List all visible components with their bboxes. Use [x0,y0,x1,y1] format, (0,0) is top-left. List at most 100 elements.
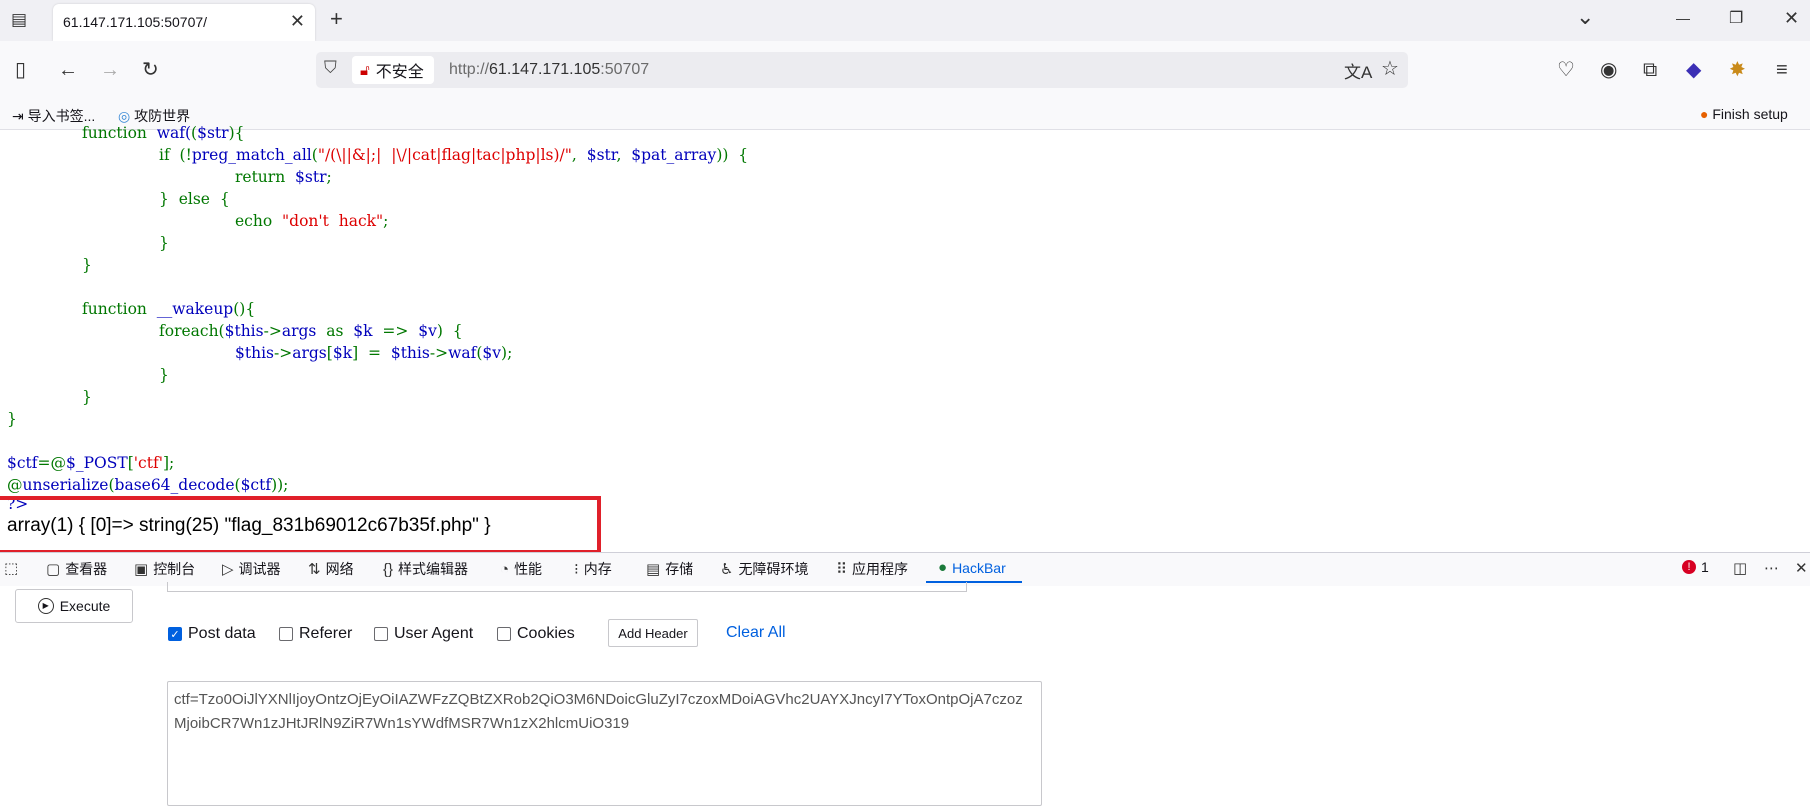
clear-all-link[interactable]: Clear All [726,624,786,642]
hackbar-icon: ● [938,559,948,576]
code-line: } [159,234,169,252]
user-agent-checkbox[interactable]: User Agent [374,625,473,643]
code-line: if (!preg_match_all("/(\||&|;| |\/|cat|f… [159,146,749,164]
sidebar-icon[interactable]: ▯ [15,58,26,82]
translate-icon[interactable]: 文A [1344,58,1372,83]
minimize-button[interactable]: — [1676,10,1690,26]
devtools-tab-application[interactable]: ⠿ 应用程序 [836,559,908,579]
error-icon: ! [1682,560,1696,574]
devtools-tab-label: 应用程序 [852,561,908,577]
checkbox-icon [497,627,511,641]
storage-icon: ▤ [646,561,661,578]
devtools-tab-style-editor[interactable]: {} 样式编辑器 [383,559,468,579]
code-line: echo "don't hack"; [235,212,389,230]
finish-setup-label: Finish setup [1712,106,1788,122]
code-line: } [7,410,17,428]
devtools-tab-performance[interactable]: ◔ 性能 [500,559,542,579]
devtools-tab-label: HackBar [952,559,1006,576]
devtools-tab-hackbar[interactable]: ● HackBar [926,559,1022,583]
devtools-tab-label: 样式编辑器 [398,561,469,577]
close-devtools-icon[interactable]: ✕ [1795,559,1808,577]
import-icon: ⇥ [12,108,28,124]
devtools-tab-console[interactable]: ▣ 控制台 [134,559,195,579]
devtools-tab-network[interactable]: ⇅ 网络 [308,559,354,579]
post-data-checkbox[interactable]: ✓ Post data [168,625,256,643]
add-header-button[interactable]: Add Header [608,619,698,647]
devtools-tab-label: 内存 [583,561,612,577]
restore-button[interactable]: ❐ [1729,8,1743,28]
tab-strip: ▤ 61.147.171.105:50707/ ✕ + ⌄ — ❐ ✕ [0,0,1810,41]
url-bar[interactable]: ⛉ 🔓︎ 不安全 http://61.147.171.105:50707 文A … [316,52,1408,88]
style-editor-icon: {} [383,560,394,578]
bookmark-star-icon[interactable]: ☆ [1381,56,1399,81]
site-globe-icon: ◎ [118,108,135,124]
reload-icon[interactable]: ↻ [142,58,159,82]
checkbox-label: Cookies [517,625,575,642]
devtools-tab-label: 查看器 [65,561,108,577]
bookmarks-toolbar: ⇥ 导入书签... ◎ 攻防世界 ● Finish setup [0,99,1810,130]
security-indicator[interactable]: 🔓︎ 不安全 [352,56,434,84]
code-line: function __wakeup(){ [82,300,256,318]
checkbox-icon [279,627,293,641]
insecure-label: 不安全 [375,64,424,81]
post-data-textarea[interactable]: ctf=Tzo0OiJlYXNlIjoyOntzOjEyOiIAZWFzZQBt… [167,681,1042,806]
extensions-icon[interactable]: ⧉ [1643,58,1657,82]
back-icon[interactable]: ← [58,58,78,82]
debugger-icon: ▷ [222,561,234,578]
url-text[interactable]: http://61.147.171.105:50707 [449,61,649,79]
page-source-code: function waf(($str){ if (!preg_match_all… [0,124,1810,552]
code-line: return $str; [235,168,332,186]
highlight-box [0,496,601,554]
dock-icon[interactable]: ◫ [1733,559,1747,577]
code-line: } [82,256,92,274]
finish-setup-button[interactable]: ● Finish setup [1700,106,1788,122]
menu-icon[interactable]: ≡ [1776,58,1788,82]
referer-checkbox[interactable]: Referer [279,625,352,643]
bookmark-site-label: 攻防世界 [134,108,191,124]
more-options-icon[interactable]: ⋯ [1764,559,1779,577]
network-icon: ⇅ [308,561,321,578]
cookies-checkbox[interactable]: Cookies [497,625,575,643]
code-line: @unserialize(base64_decode($ctf)); [7,476,289,494]
code-line: } [159,366,169,384]
extension-cat-icon[interactable]: ✸ [1729,58,1746,82]
devtools-tab-accessibility[interactable]: ♿︎ 无障碍环境 [720,559,808,579]
url-host: 61.147.171.105 [489,61,601,78]
devtools-tab-label: 无障碍环境 [738,561,809,577]
code-line: $this->args[$k] = $this->waf($v); [235,344,513,362]
execute-button[interactable]: ▶ Execute [15,589,133,623]
forward-icon[interactable]: → [100,58,120,82]
account-icon[interactable]: ◉ [1600,58,1617,82]
tab-close-icon[interactable]: ✕ [290,11,305,32]
devtools-tab-storage[interactable]: ▤ 存储 [646,559,693,579]
code-line: } else { [159,190,230,208]
insecure-lock-icon: 🔓︎ [360,61,370,79]
devtools-tab-memory[interactable]: ⁝ 内存 [574,559,612,579]
error-count: 1 [1701,559,1709,575]
pocket-icon[interactable]: ♡ [1557,58,1575,82]
console-icon: ▣ [134,561,149,578]
code-line: $ctf=@$_POST['ctf']; [7,454,175,472]
inspector-icon: ▢ [46,561,61,578]
devtools-tab-debugger[interactable]: ▷ 调试器 [222,559,281,579]
checkbox-checked-icon: ✓ [168,627,182,641]
tab-overview-icon[interactable]: ▤ [11,10,27,30]
checkbox-label: Post data [188,625,256,642]
url-textarea-bottom[interactable] [167,582,967,592]
play-icon: ▶ [37,598,54,614]
element-picker-icon[interactable]: ⬚ [4,559,18,577]
devtools-tab-inspector[interactable]: ▢ 查看器 [46,559,107,579]
checkbox-label: User Agent [394,625,474,642]
new-tab-button[interactable]: + [330,6,343,32]
url-scheme: http:// [449,61,490,78]
application-icon: ⠿ [836,561,847,578]
list-all-tabs-icon[interactable]: ⌄ [1576,4,1594,30]
url-port: :50707 [600,61,650,78]
memory-icon: ⁝ [574,561,579,578]
active-tab[interactable]: 61.147.171.105:50707/ ✕ [53,4,315,41]
devtools-tab-label: 存储 [665,561,694,577]
window-close-button[interactable]: ✕ [1784,8,1799,29]
shield-icon[interactable]: ⛉ [324,58,337,78]
extension-layer-icon[interactable]: ◆ [1686,58,1701,82]
error-counter[interactable]: ! 1 [1682,559,1709,575]
